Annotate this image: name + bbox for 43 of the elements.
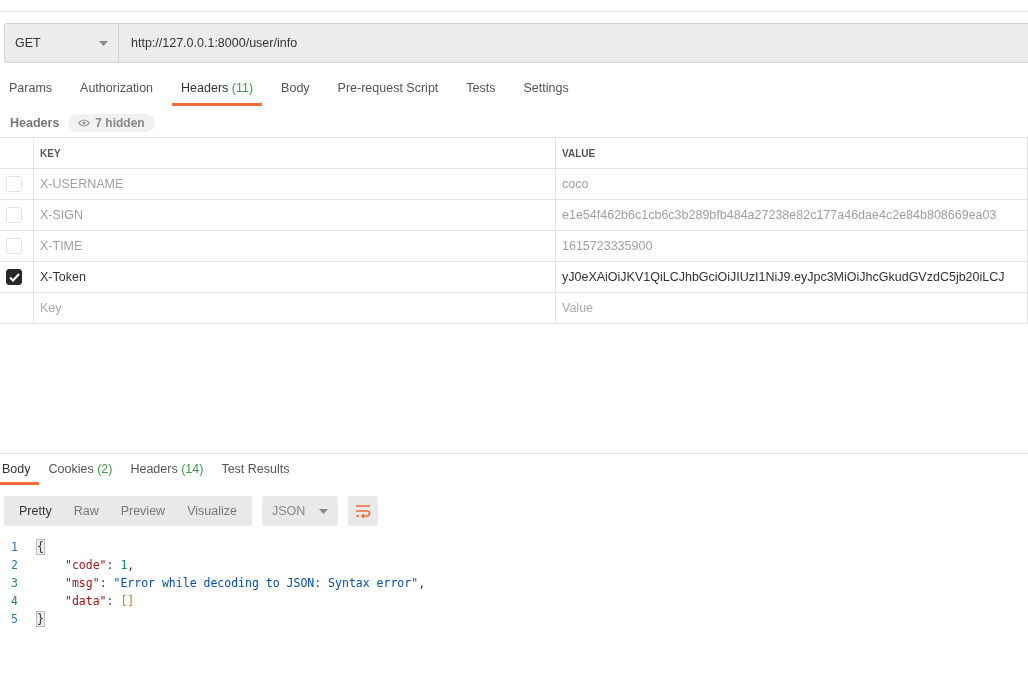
json-punctuation: : <box>99 576 108 590</box>
json-key: "data" <box>65 594 107 608</box>
view-mode-button[interactable]: Visualize <box>176 496 248 526</box>
column-header: VALUE <box>555 137 1028 169</box>
response-tab[interactable]: Cookies (2) <box>46 454 121 485</box>
view-mode-button[interactable]: Preview <box>109 496 177 526</box>
json-brace: { <box>37 540 44 554</box>
json-key: "msg" <box>65 576 100 590</box>
view-mode-button[interactable]: Raw <box>62 496 110 526</box>
json-punctuation: , <box>127 558 135 572</box>
request-tab[interactable]: Tests <box>457 77 505 106</box>
request-tab[interactable]: Settings <box>514 77 578 106</box>
response-tab[interactable]: Test Results <box>219 454 298 485</box>
line-number: 3 <box>10 576 19 590</box>
json-array: [] <box>120 594 135 608</box>
wrap-icon <box>355 504 372 518</box>
json-punctuation: : <box>106 594 115 608</box>
json-brace: } <box>37 612 44 626</box>
response-tab[interactable]: Headers (14) <box>128 454 212 485</box>
response-tab[interactable]: Body <box>0 454 39 485</box>
header-value-cell[interactable]: yJ0eXAiOiJKV1QiLCJhbGciOiJIUzI1NiJ9.eyJpc3MiOiJhcGkudGVzdC5jb20iLCJ <box>555 261 1028 293</box>
json-string: "Error while decoding to JSON: Syntax error" <box>113 576 419 590</box>
request-tab[interactable]: Pre-request Script <box>328 77 448 106</box>
line-number: 1 <box>10 540 19 554</box>
request-tab[interactable]: Body <box>272 77 319 106</box>
checkbox[interactable] <box>6 269 22 285</box>
line-number: 4 <box>10 594 19 608</box>
line-number: 2 <box>10 558 19 572</box>
wrap-lines-button[interactable] <box>348 496 379 526</box>
request-tab[interactable]: Params <box>0 77 62 106</box>
json-punctuation: , <box>418 576 426 590</box>
request-tab[interactable]: Authorization <box>71 77 163 106</box>
json-number: 1 <box>120 558 128 572</box>
view-mode-button[interactable]: Pretty <box>8 496 63 526</box>
caret-icon <box>319 508 329 514</box>
column-header: KEY <box>33 137 556 169</box>
header-key-cell[interactable]: X-Token <box>33 261 556 293</box>
json-key: "code" <box>65 558 107 572</box>
section-title: Headers <box>10 116 60 130</box>
json-punctuation: : <box>106 558 115 572</box>
request-tab[interactable]: Headers (11) <box>172 77 263 106</box>
line-number: 5 <box>10 612 19 626</box>
eye-icon <box>78 119 91 127</box>
